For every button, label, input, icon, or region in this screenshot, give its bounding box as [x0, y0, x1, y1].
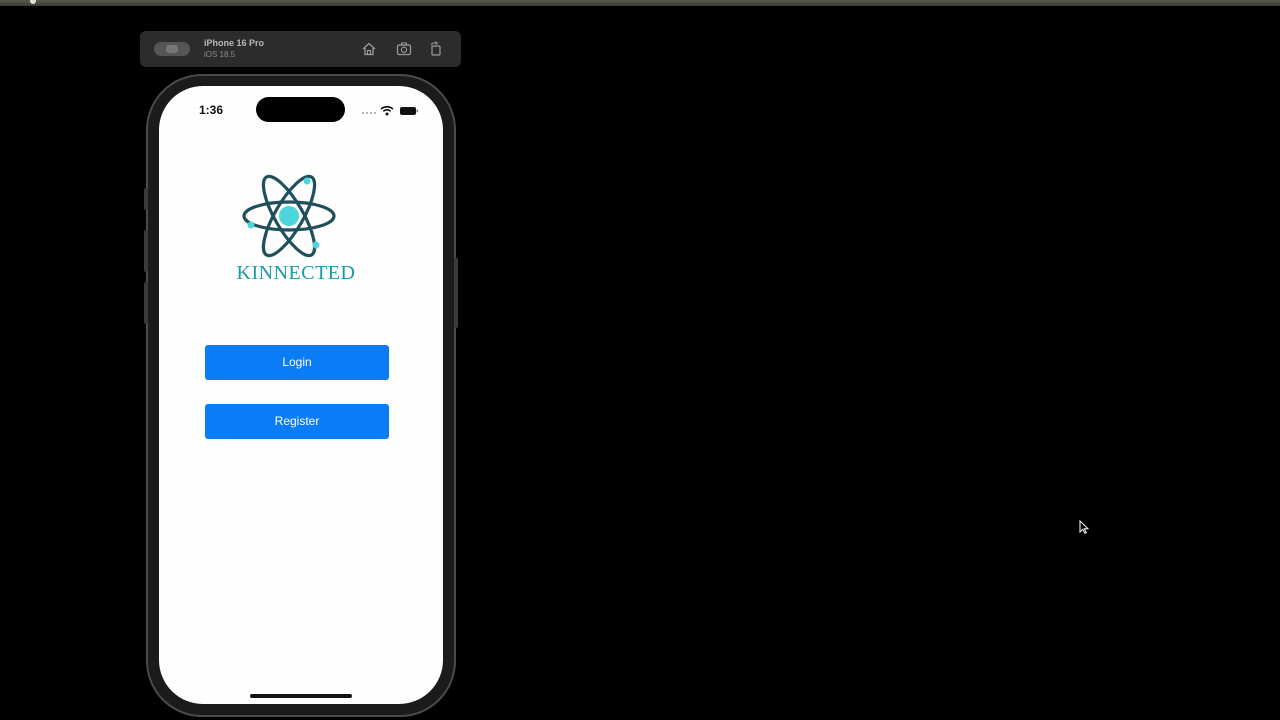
device-toggle[interactable] [154, 42, 190, 56]
power-button [454, 258, 458, 328]
register-button[interactable]: Register [205, 404, 389, 439]
top-window-strip [0, 0, 1280, 6]
volume-up-button [144, 230, 148, 272]
device-name: iPhone 16 Pro [204, 38, 265, 48]
status-time: 1:36 [199, 103, 224, 117]
screenshot-icon[interactable] [395, 40, 413, 58]
dynamic-island [256, 97, 345, 122]
app-screen: 1:36 KINNECTED Login Register [159, 86, 443, 704]
simulator-toolbar: iPhone 16 Pro iOS 18.5 [140, 31, 461, 67]
home-icon[interactable] [360, 40, 378, 58]
brand-wordmark: KINNECTED [236, 262, 356, 284]
wifi-icon [380, 105, 394, 116]
toggle-knob [166, 45, 178, 53]
action-button [144, 188, 148, 210]
login-button[interactable]: Login [205, 345, 389, 380]
status-icons [361, 104, 419, 116]
volume-down-button [144, 282, 148, 324]
device-os-version: iOS 18.5 [204, 50, 236, 59]
rotate-icon[interactable] [427, 40, 445, 58]
battery-icon [400, 107, 418, 115]
window-indicator [30, 0, 36, 4]
mouse-cursor-icon [1079, 519, 1090, 534]
home-indicator[interactable] [250, 694, 352, 698]
cellular-signal-icon [361, 111, 377, 115]
